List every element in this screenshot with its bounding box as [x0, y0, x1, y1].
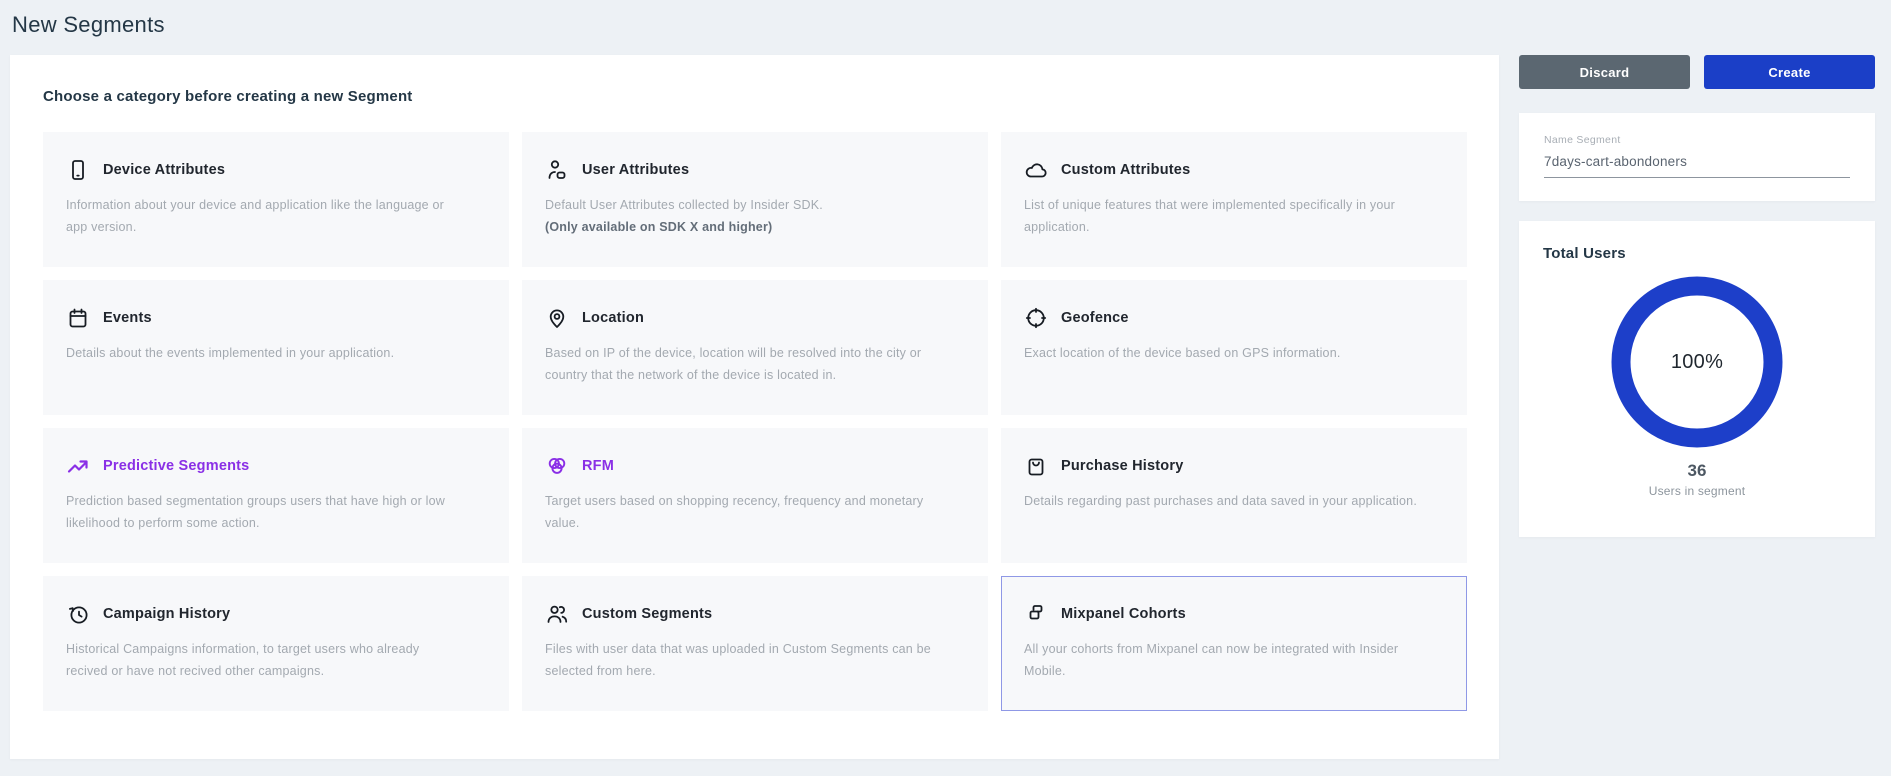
shopping-bag-icon — [1024, 454, 1048, 478]
category-head: Mixpanel Cohorts — [1024, 602, 1442, 626]
category-card-device-attributes[interactable]: Device Attributes Information about your… — [43, 132, 509, 267]
category-card-location[interactable]: Location Based on IP of the device, loca… — [522, 280, 988, 415]
category-title: RFM — [582, 458, 614, 474]
category-desc: Target users based on shopping recency, … — [545, 491, 942, 535]
device-icon — [66, 158, 90, 182]
name-segment-card: Name Segment — [1519, 113, 1875, 201]
category-card-mixpanel-cohorts[interactable]: Mixpanel Cohorts All your cohorts from M… — [1001, 576, 1467, 711]
total-users-donut-chart: 100% — [1611, 276, 1783, 448]
calendar-icon — [66, 306, 90, 330]
create-button[interactable]: Create — [1704, 55, 1875, 89]
geofence-target-icon — [1024, 306, 1048, 330]
history-clock-icon — [66, 602, 90, 626]
name-segment-label: Name Segment — [1544, 134, 1850, 146]
category-title: Custom Attributes — [1061, 162, 1190, 178]
category-head: Events — [66, 306, 484, 330]
trending-up-icon — [66, 454, 90, 478]
cloud-icon — [1024, 158, 1048, 182]
action-buttons: Discard Create — [1519, 55, 1875, 89]
location-pin-icon — [545, 306, 569, 330]
category-card-predictive-segments[interactable]: Predictive Segments Prediction based seg… — [43, 428, 509, 563]
category-card-rfm[interactable]: RFM Target users based on shopping recen… — [522, 428, 988, 563]
category-title: Location — [582, 310, 644, 326]
category-desc: Information about your device and applic… — [66, 195, 463, 239]
category-card-custom-attributes[interactable]: Custom Attributes List of unique feature… — [1001, 132, 1467, 267]
panel-heading: Choose a category before creating a new … — [43, 88, 1467, 105]
category-card-events[interactable]: Events Details about the events implemen… — [43, 280, 509, 415]
category-title: Events — [103, 310, 152, 326]
total-users-heading: Total Users — [1543, 245, 1851, 262]
category-title: User Attributes — [582, 162, 689, 178]
category-desc: Default User Attributes collected by Ins… — [545, 195, 942, 217]
category-panel: Choose a category before creating a new … — [10, 55, 1499, 759]
category-head: Campaign History — [66, 602, 484, 626]
category-head: Custom Attributes — [1024, 158, 1442, 182]
category-grid: Device Attributes Information about your… — [43, 132, 1467, 711]
category-card-geofence[interactable]: Geofence Exact location of the device ba… — [1001, 280, 1467, 415]
category-title: Mixpanel Cohorts — [1061, 606, 1186, 622]
category-head: Geofence — [1024, 306, 1442, 330]
category-card-custom-segments[interactable]: Custom Segments Files with user data tha… — [522, 576, 988, 711]
category-head: Device Attributes — [66, 158, 484, 182]
category-desc: Prediction based segmentation groups use… — [66, 491, 463, 535]
users-icon — [545, 602, 569, 626]
category-title: Purchase History — [1061, 458, 1183, 474]
category-desc: Details regarding past purchases and dat… — [1024, 491, 1421, 513]
category-desc-note: (Only available on SDK X and higher) — [545, 217, 963, 237]
category-card-user-attributes[interactable]: User Attributes Default User Attributes … — [522, 132, 988, 267]
users-count-caption: Users in segment — [1543, 484, 1851, 498]
category-desc: Details about the events implemented in … — [66, 343, 463, 365]
category-desc: All your cohorts from Mixpanel can now b… — [1024, 639, 1421, 683]
donut-percent-label: 100% — [1611, 276, 1783, 448]
category-head: Location — [545, 306, 963, 330]
name-segment-input[interactable] — [1544, 147, 1850, 178]
discard-button[interactable]: Discard — [1519, 55, 1690, 89]
users-count: 36 — [1543, 461, 1851, 481]
category-desc: List of unique features that were implem… — [1024, 195, 1421, 239]
category-desc: Files with user data that was uploaded i… — [545, 639, 942, 683]
right-rail: Discard Create Name Segment Total Users … — [1519, 55, 1875, 537]
page-title: New Segments — [12, 12, 165, 38]
category-head: Purchase History — [1024, 454, 1442, 478]
category-title: Predictive Segments — [103, 458, 249, 474]
user-icon — [545, 158, 569, 182]
category-desc: Based on IP of the device, location will… — [545, 343, 942, 387]
category-card-purchase-history[interactable]: Purchase History Details regarding past … — [1001, 428, 1467, 563]
category-title: Campaign History — [103, 606, 230, 622]
category-title: Custom Segments — [582, 606, 712, 622]
venn-circles-icon — [545, 454, 569, 478]
category-title: Geofence — [1061, 310, 1129, 326]
category-head: RFM — [545, 454, 963, 478]
category-head: Predictive Segments — [66, 454, 484, 478]
category-title: Device Attributes — [103, 162, 225, 178]
category-card-campaign-history[interactable]: Campaign History Historical Campaigns in… — [43, 576, 509, 711]
category-head: Custom Segments — [545, 602, 963, 626]
total-users-card: Total Users 100% 36 Users in segment — [1519, 221, 1875, 537]
category-desc: Historical Campaigns information, to tar… — [66, 639, 463, 683]
category-desc: Exact location of the device based on GP… — [1024, 343, 1421, 365]
linked-squares-icon — [1024, 602, 1048, 626]
category-head: User Attributes — [545, 158, 963, 182]
